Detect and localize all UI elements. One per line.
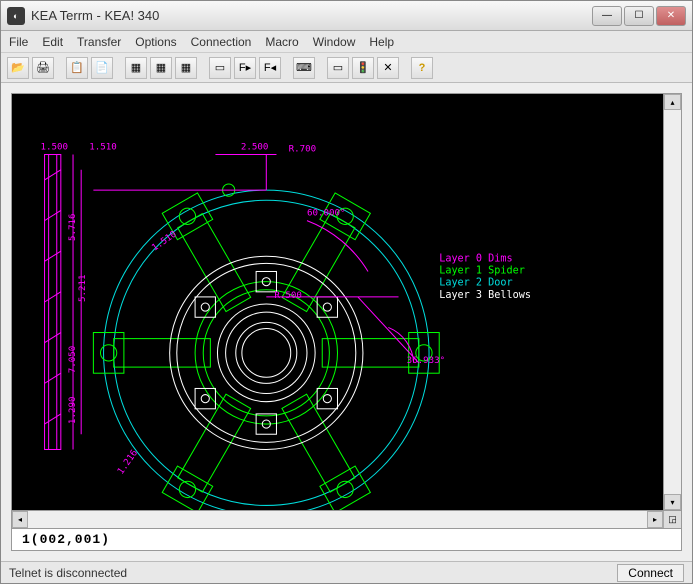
print-button[interactable]: 🖨 [32, 57, 54, 79]
menu-options[interactable]: Options [135, 35, 176, 49]
dim-2: 1.510 [89, 142, 117, 152]
tool-button-4[interactable]: ▭ [209, 57, 231, 79]
scroll-corner: ◲ [663, 511, 681, 528]
dim-5: 5.716 [68, 213, 78, 241]
menu-transfer[interactable]: Transfer [77, 35, 121, 49]
terminal-wrap: 1.500 1.510 2.500 R.700 5.716 60.000° 1.… [11, 93, 682, 511]
legend-l2: Layer 2 Door [439, 278, 512, 289]
paste-button[interactable]: 📄 [91, 57, 113, 79]
menubar: File Edit Transfer Options Connection Ma… [1, 31, 692, 53]
titlebar: ◐ KEA Terrm - KEA! 340 — ☐ ✕ [1, 1, 692, 31]
scroll-down-button[interactable]: ▾ [664, 494, 681, 510]
content-area: 1.500 1.510 2.500 R.700 5.716 60.000° 1.… [1, 83, 692, 561]
dim-4: R.700 [289, 144, 317, 154]
legend-l0: Layer 0 Dims [439, 253, 512, 264]
app-window: ◐ KEA Terrm - KEA! 340 — ☐ ✕ File Edit T… [0, 0, 693, 584]
horizontal-scrollbar[interactable]: ◂ ▸ ◲ [11, 511, 682, 529]
terminal-canvas[interactable]: 1.500 1.510 2.500 R.700 5.716 60.000° 1.… [12, 94, 663, 510]
open-button[interactable]: 📂 [7, 57, 29, 79]
tool-button-8[interactable]: ▭ [327, 57, 349, 79]
dim-11: 36.933° [407, 356, 446, 366]
menu-window[interactable]: Window [313, 35, 356, 49]
scroll-left-button[interactable]: ◂ [12, 511, 28, 528]
tool-button-9[interactable]: 🚦 [352, 57, 374, 79]
dim-1: 1.500 [40, 142, 68, 152]
tool-button-10[interactable]: ✕ [377, 57, 399, 79]
status-text: Telnet is disconnected [9, 566, 617, 580]
coordinates-bar: 1(002,001) [11, 529, 682, 551]
dim-6: 60.000° [307, 209, 346, 219]
close-button[interactable]: ✕ [656, 6, 686, 26]
window-title: KEA Terrm - KEA! 340 [31, 8, 592, 23]
menu-macro[interactable]: Macro [265, 35, 298, 49]
menu-connection[interactable]: Connection [191, 35, 252, 49]
copy-button[interactable]: 📋 [66, 57, 88, 79]
window-controls: — ☐ ✕ [592, 6, 686, 26]
legend-l1: Layer 1 Spider [439, 266, 525, 277]
scroll-right-button[interactable]: ▸ [647, 511, 663, 528]
tool-button-1[interactable]: ▦ [125, 57, 147, 79]
tool-button-2[interactable]: ▦ [150, 57, 172, 79]
hscroll-track[interactable] [28, 511, 647, 528]
legend-l3: Layer 3 Bellows [439, 290, 531, 301]
minimize-button[interactable]: — [592, 6, 622, 26]
dim-3: 2.500 [241, 142, 269, 152]
dim-9: 5.211 [78, 274, 88, 302]
scroll-track[interactable] [664, 110, 681, 494]
tool-button-6[interactable]: F◂ [259, 57, 281, 79]
dim-7: 1.510 [150, 230, 178, 254]
menu-help[interactable]: Help [369, 35, 394, 49]
legend: Layer 0 Dims Layer 1 Spider Layer 2 Door… [439, 253, 531, 301]
dim-10: 7.050 [68, 346, 78, 374]
coordinates-value: 1(002,001) [22, 532, 110, 547]
tool-button-3[interactable]: ▦ [175, 57, 197, 79]
menu-edit[interactable]: Edit [42, 35, 63, 49]
menu-file[interactable]: File [9, 35, 28, 49]
statusbar: Telnet is disconnected Connect [1, 561, 692, 583]
vertical-scrollbar[interactable]: ▴ ▾ [663, 94, 681, 510]
tool-button-5[interactable]: F▸ [234, 57, 256, 79]
cad-drawing: 1.500 1.510 2.500 R.700 5.716 60.000° 1.… [12, 94, 663, 510]
connect-button[interactable]: Connect [617, 564, 684, 582]
help-button[interactable]: ? [411, 57, 433, 79]
dim-12: 1.290 [68, 397, 78, 425]
toolbar: 📂 🖨 📋 📄 ▦ ▦ ▦ ▭ F▸ F◂ ⌨ ▭ 🚦 ✕ ? [1, 53, 692, 83]
maximize-button[interactable]: ☐ [624, 6, 654, 26]
dim-8: R.500 [274, 291, 302, 301]
dim-13: 1.216 [116, 448, 140, 476]
app-icon: ◐ [7, 7, 25, 25]
scroll-up-button[interactable]: ▴ [664, 94, 681, 110]
tool-button-7[interactable]: ⌨ [293, 57, 315, 79]
